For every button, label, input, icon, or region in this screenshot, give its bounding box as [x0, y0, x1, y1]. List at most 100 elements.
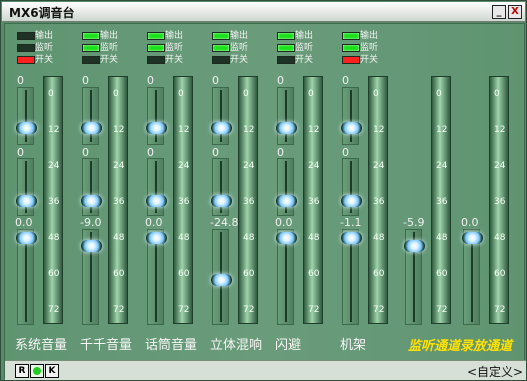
- slider-knob-icon[interactable]: [146, 195, 167, 207]
- meter-tick-label: 0: [178, 89, 184, 99]
- led-label: 监听: [165, 43, 184, 53]
- slider-knob-icon[interactable]: [81, 122, 102, 134]
- meter-tick-label: 0: [308, 89, 314, 99]
- meter-tick-label: 72: [436, 305, 448, 315]
- slider-knob-icon[interactable]: [146, 122, 167, 134]
- mid-fader[interactable]: [16, 158, 37, 216]
- mid-fader[interactable]: [146, 158, 167, 216]
- led-switch-toggle[interactable]: [147, 56, 165, 64]
- status-bar: R K <自定义>: [5, 360, 526, 380]
- custom-preset-button[interactable]: <自定义>: [467, 363, 523, 380]
- meter-tick-label: 0: [113, 89, 119, 99]
- slider-rail: [25, 90, 27, 142]
- channel-name-label: 机架: [340, 338, 367, 353]
- led-switch-toggle[interactable]: [277, 56, 295, 64]
- mid-fader[interactable]: [211, 158, 232, 216]
- minimize-button[interactable]: _: [492, 5, 506, 19]
- led-switch-toggle[interactable]: [82, 56, 100, 64]
- main-fader[interactable]: [81, 229, 102, 325]
- slider-knob-icon[interactable]: [81, 195, 102, 207]
- slider-knob-icon[interactable]: [341, 232, 362, 244]
- meter-tick-label: 36: [243, 197, 255, 207]
- meter-tick-label: 24: [243, 161, 255, 171]
- main-fader[interactable]: [276, 229, 297, 325]
- slider-rail: [155, 232, 157, 322]
- top-fader[interactable]: [146, 87, 167, 145]
- meter-tick-label: 0: [373, 89, 379, 99]
- slider-knob-icon[interactable]: [276, 232, 297, 244]
- main-fader[interactable]: [146, 229, 167, 325]
- led-label: 输出: [165, 31, 184, 41]
- mixer-panel: 输出 监听 开关 0 0 0.0 0 12 24 36 48 60 72 系统音量 输出 监听 开关 0 0 -9.0…: [4, 23, 526, 380]
- led-switch-toggle[interactable]: [342, 56, 360, 64]
- slider-knob-icon[interactable]: [211, 195, 232, 207]
- mid-fader[interactable]: [81, 158, 102, 216]
- led-output-toggle[interactable]: [82, 32, 100, 40]
- bottom-value: 0.0: [275, 216, 293, 229]
- led-switch-toggle[interactable]: [17, 56, 35, 64]
- led-monitor-toggle[interactable]: [277, 44, 295, 52]
- led-monitor-toggle[interactable]: [147, 44, 165, 52]
- meter-tick-label: 48: [436, 233, 448, 243]
- meter-tick-label: 60: [494, 269, 506, 279]
- slider-knob-icon[interactable]: [404, 240, 425, 252]
- r-button[interactable]: R: [15, 364, 29, 378]
- top-fader[interactable]: [81, 87, 102, 145]
- led-label: 输出: [100, 31, 119, 41]
- top-fader[interactable]: [16, 87, 37, 145]
- green-dot-button[interactable]: [30, 364, 44, 378]
- slider-knob-icon[interactable]: [276, 195, 297, 207]
- slider-rail: [285, 232, 287, 322]
- channel-strip: 输出 监听 开关 0 0 0.0 0 12 24 36 48 60 72 闪避: [275, 24, 339, 354]
- led-label: 监听: [230, 43, 249, 53]
- channel-strip: 输出 监听 开关 0 0 0.0 0 12 24 36 48 60 72 话筒音量: [145, 24, 209, 354]
- led-output-toggle[interactable]: [212, 32, 230, 40]
- slider-knob-icon[interactable]: [81, 240, 102, 252]
- led-label: 开关: [230, 55, 249, 65]
- monitor-fader[interactable]: [404, 229, 425, 325]
- led-switch-toggle[interactable]: [212, 56, 230, 64]
- led-monitor-toggle[interactable]: [342, 44, 360, 52]
- main-fader[interactable]: [341, 229, 362, 325]
- close-button[interactable]: X: [508, 5, 522, 19]
- slider-knob-icon[interactable]: [16, 122, 37, 134]
- top-fader[interactable]: [211, 87, 232, 145]
- slider-knob-icon[interactable]: [341, 195, 362, 207]
- record-fader[interactable]: [462, 229, 483, 325]
- meter-tick-label: 36: [494, 197, 506, 207]
- channel-level-meter: 0 12 24 36 48 60 72: [238, 76, 258, 324]
- channel-name-label: 闪避: [275, 338, 302, 353]
- slider-knob-icon[interactable]: [16, 232, 37, 244]
- led-output-toggle[interactable]: [147, 32, 165, 40]
- meter-tick-label: 0: [48, 89, 54, 99]
- mid-fader[interactable]: [341, 158, 362, 216]
- slider-knob-icon[interactable]: [211, 122, 232, 134]
- channel-name-label: 系统音量: [15, 338, 68, 353]
- slider-knob-icon[interactable]: [146, 232, 167, 244]
- led-monitor-toggle[interactable]: [17, 44, 35, 52]
- meter-tick-label: 36: [113, 197, 125, 207]
- slider-knob-icon[interactable]: [16, 195, 37, 207]
- meter-tick-label: 12: [113, 125, 125, 135]
- led-output-toggle[interactable]: [277, 32, 295, 40]
- main-fader[interactable]: [16, 229, 37, 325]
- mid-fader[interactable]: [276, 158, 297, 216]
- led-output-toggle[interactable]: [17, 32, 35, 40]
- slider-knob-icon[interactable]: [462, 232, 483, 244]
- meter-tick-label: 24: [113, 161, 125, 171]
- meter-tick-label: 12: [308, 125, 320, 135]
- led-monitor-toggle[interactable]: [82, 44, 100, 52]
- window-title: MX6调音台: [9, 6, 75, 20]
- top-value: 0: [212, 74, 219, 87]
- slider-knob-icon[interactable]: [276, 122, 297, 134]
- main-fader[interactable]: [211, 229, 232, 325]
- led-monitor-toggle[interactable]: [212, 44, 230, 52]
- top-fader[interactable]: [276, 87, 297, 145]
- meter-tick-label: 72: [113, 305, 125, 315]
- top-fader[interactable]: [341, 87, 362, 145]
- meter-tick-label: 24: [436, 161, 448, 171]
- led-output-toggle[interactable]: [342, 32, 360, 40]
- slider-knob-icon[interactable]: [341, 122, 362, 134]
- slider-knob-icon[interactable]: [211, 274, 232, 286]
- k-button[interactable]: K: [45, 364, 59, 378]
